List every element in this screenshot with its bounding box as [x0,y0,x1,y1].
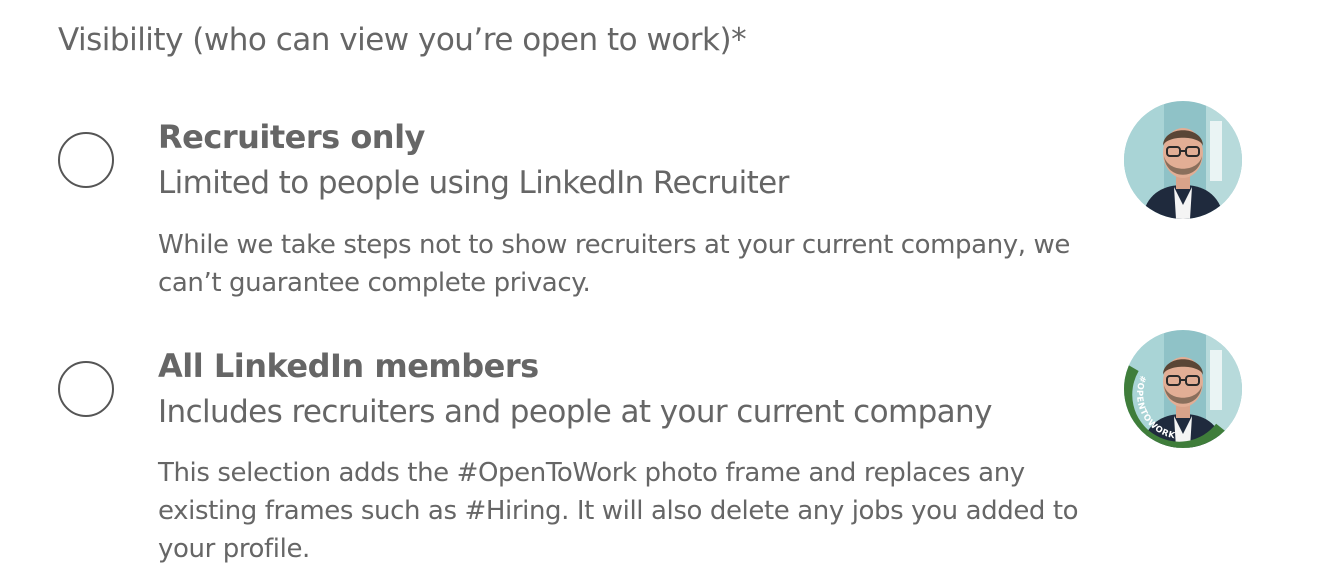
visibility-heading: Visibility (who can view you’re open to … [58,22,747,58]
profile-photo-icon [1124,101,1242,219]
opentowork-profile-photo-icon: #OPENTOWORK [1124,330,1242,448]
option-description: This selection adds the #OpenToWork phot… [158,458,1079,564]
option-description: While we take steps not to show recruite… [158,230,1070,298]
option-subtitle: Limited to people using LinkedIn Recruit… [158,165,789,201]
option-subtitle: Includes recruiters and people at your c… [158,394,992,430]
option-title: All LinkedIn members [158,347,539,385]
radio-all-members[interactable] [58,361,114,417]
option-title: Recruiters only [158,118,425,156]
radio-recruiters-only[interactable] [58,132,114,188]
